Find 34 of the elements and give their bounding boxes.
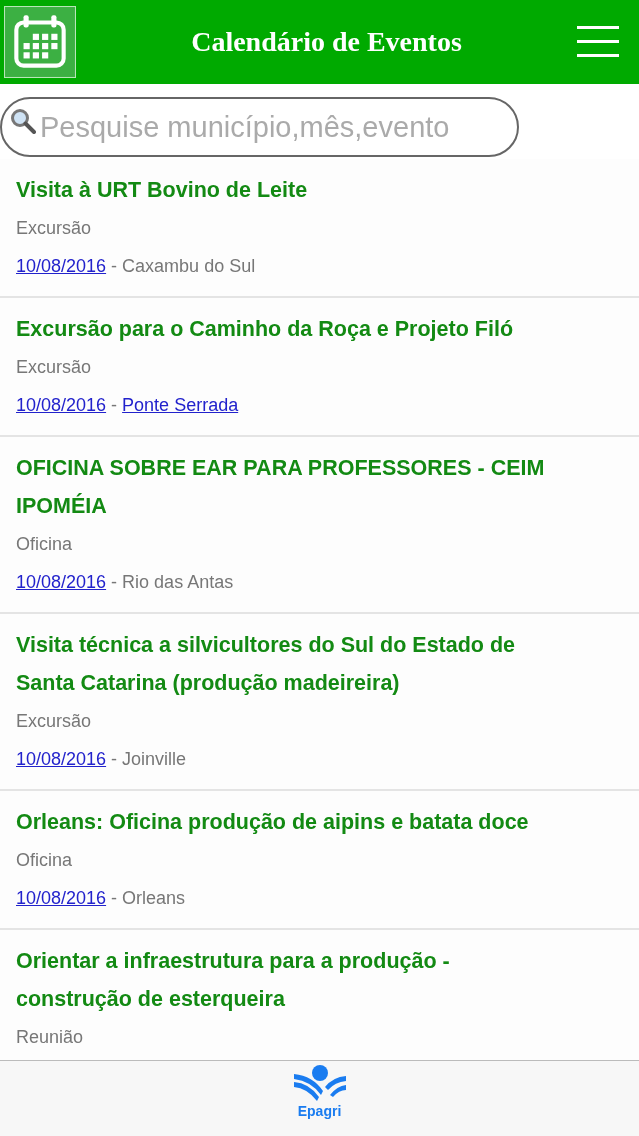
logo-text: Epagri bbox=[297, 1103, 342, 1119]
event-title[interactable]: Visita técnica a silvicultores do Sul do Estado de Santa Catarina (produção madeireira) bbox=[16, 626, 564, 702]
place-text: Rio das Antas bbox=[122, 571, 234, 594]
event-category: Excursão bbox=[16, 356, 93, 379]
event-title[interactable]: Excursão para o Caminho da Roça e Projeto Filó bbox=[16, 310, 564, 348]
event-category: Oficina bbox=[16, 849, 74, 872]
event-category: Oficina bbox=[16, 533, 74, 556]
event-title[interactable]: Visita à URT Bovino de Leite bbox=[16, 171, 564, 209]
separator-text: - bbox=[111, 571, 118, 594]
event-title[interactable]: Orientar a infraestrutura para a produção - construção de esterqueira bbox=[16, 942, 564, 1018]
date-link[interactable]: 10/08/2016 bbox=[16, 247, 107, 285]
date-link[interactable]: 10/08/2016 bbox=[16, 879, 107, 917]
separator-text: - bbox=[111, 887, 118, 910]
calendar-icon[interactable] bbox=[4, 6, 76, 78]
separator-text: - bbox=[111, 394, 118, 417]
event-category: Reunião bbox=[16, 1026, 85, 1049]
place-text: Orleans bbox=[122, 887, 186, 910]
search-field[interactable]: Pesquise município,mês,evento bbox=[0, 97, 519, 157]
event-category: Excursão bbox=[16, 710, 93, 733]
date-link[interactable]: 10/08/2016 bbox=[16, 386, 107, 424]
logo-icon bbox=[292, 1065, 347, 1103]
place-text: Joinville bbox=[122, 748, 187, 771]
app-title: Calendário de Eventos bbox=[190, 26, 463, 58]
separator-text: - bbox=[111, 748, 118, 771]
separator-text: - bbox=[111, 255, 118, 278]
event-title[interactable]: Orleans: Oficina produção de aipins e batata doce bbox=[16, 803, 564, 841]
search-icon bbox=[10, 108, 36, 134]
event-title[interactable]: OFICINA SOBRE EAR PARA PROFESSORES - CEIM IPOMÉIA bbox=[16, 449, 564, 525]
menu-icon[interactable] bbox=[577, 26, 619, 58]
date-link[interactable]: 10/08/2016 bbox=[16, 740, 107, 778]
place-text: Caxambu do Sul bbox=[122, 255, 256, 278]
event-category: Excursão bbox=[16, 217, 93, 240]
date-link[interactable]: 10/08/2016 bbox=[16, 563, 107, 601]
place-link[interactable]: Ponte Serrada bbox=[122, 386, 239, 424]
